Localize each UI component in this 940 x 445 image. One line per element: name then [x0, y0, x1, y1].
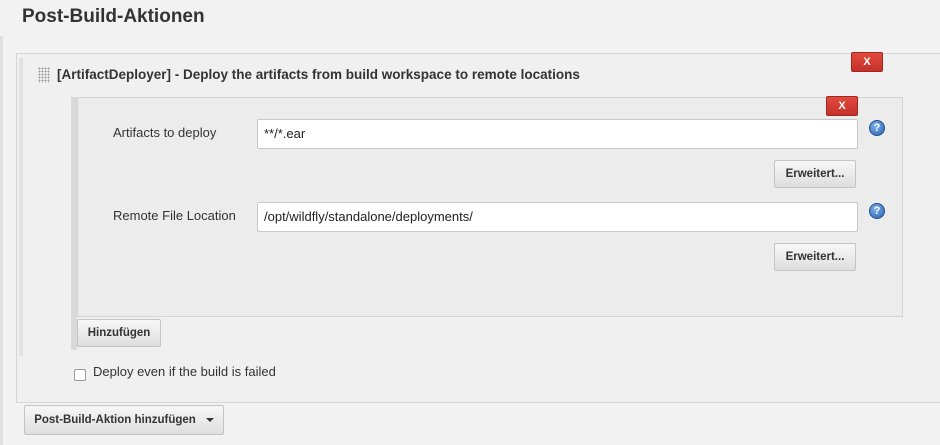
deploy-if-failed-checkbox[interactable] [74, 369, 86, 381]
remote-location-advanced-button[interactable]: Erweitert... [774, 243, 856, 271]
deployer-title: [ArtifactDeployer] - Deploy the artifact… [57, 67, 580, 82]
drag-handle-icon[interactable] [38, 67, 50, 83]
left-rule [0, 36, 3, 445]
artifacts-advanced-button[interactable]: Erweitert... [774, 160, 856, 188]
artifacts-label: Artifacts to deploy [113, 125, 217, 140]
delete-deployer-button[interactable]: X [851, 52, 883, 72]
deploy-if-failed-label[interactable]: Deploy even if the build is failed [93, 364, 276, 379]
remote-location-help-icon[interactable]: ? [869, 203, 885, 219]
caret-down-icon [205, 418, 214, 422]
remote-location-label: Remote File Location [113, 208, 236, 223]
artifacts-input[interactable]: **/*.ear [257, 119, 858, 149]
add-entry-button[interactable]: Hinzufügen [77, 319, 161, 347]
delete-entry-button[interactable]: X [826, 96, 858, 116]
section-title: Post-Build-Aktionen [22, 6, 205, 27]
artifacts-help-icon[interactable]: ? [869, 120, 885, 136]
add-post-build-action-label: Post-Build-Aktion hinzufügen [34, 414, 196, 426]
add-post-build-action-button[interactable]: Post-Build-Aktion hinzufügen [24, 405, 224, 435]
remote-location-input[interactable]: /opt/wildfly/standalone/deployments/ [257, 202, 858, 232]
